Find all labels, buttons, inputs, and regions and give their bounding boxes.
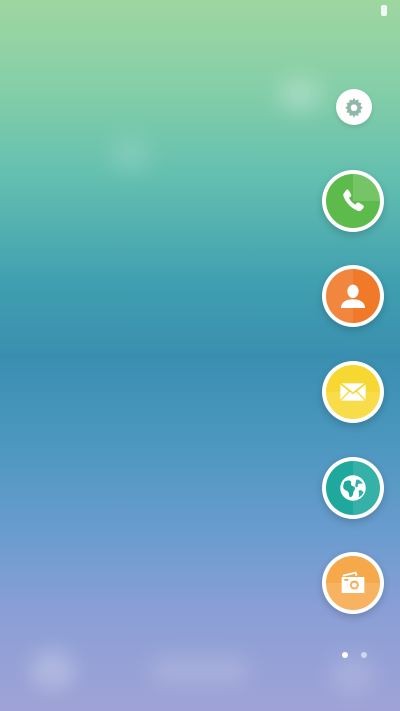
edge-app-gallery[interactable] — [322, 552, 384, 614]
bottom-blur-center — [150, 655, 250, 685]
edge-settings-button[interactable] — [336, 89, 372, 125]
background-glow — [110, 140, 150, 170]
icon-shade — [353, 174, 380, 201]
bottom-blur-left — [30, 650, 75, 690]
phone-app-circle — [326, 174, 380, 228]
icon-shade — [326, 269, 353, 323]
battery-icon — [381, 5, 387, 16]
internet-app-circle — [326, 461, 380, 515]
icon-shade — [353, 461, 380, 515]
gear-icon — [345, 97, 363, 118]
edge-app-internet[interactable] — [322, 457, 384, 519]
page-indicator-dot[interactable] — [361, 652, 367, 658]
edge-app-email[interactable] — [322, 361, 384, 423]
page-indicator-dot-active[interactable] — [342, 652, 348, 658]
background-glow — [280, 80, 320, 110]
edge-app-contacts[interactable] — [322, 265, 384, 327]
icon-shade — [326, 392, 380, 419]
bottom-blur-right — [330, 655, 375, 695]
edge-app-phone[interactable] — [322, 170, 384, 232]
icon-shade — [326, 583, 380, 610]
email-app-circle — [326, 365, 380, 419]
home-screen — [0, 0, 400, 711]
contacts-app-circle — [326, 269, 380, 323]
gallery-app-circle — [326, 556, 380, 610]
